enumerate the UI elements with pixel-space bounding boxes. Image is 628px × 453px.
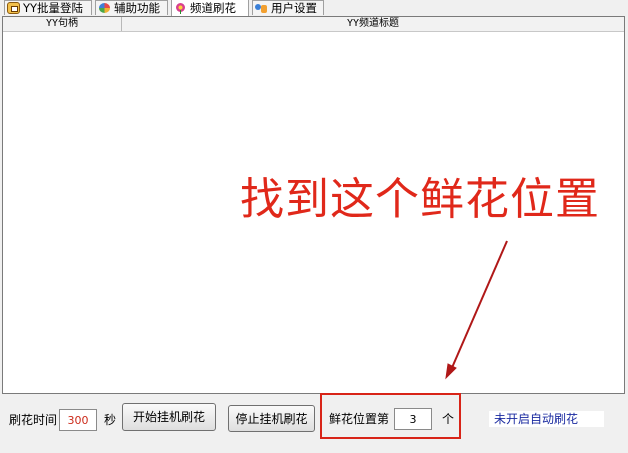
annotation-text: 找到这个鲜花位置 [240, 174, 600, 225]
column-header-handle[interactable]: YY句柄 [3, 17, 122, 31]
tab-bar: YY批量登陆 辅助功能 频道刷花 用户设置 [0, 0, 628, 16]
list-header: YY句柄 YY频道标题 [3, 17, 624, 32]
flower-position-label: 鲜花位置第 [329, 412, 390, 426]
flower-position-input[interactable] [394, 408, 432, 430]
tab-auxiliary[interactable]: 辅助功能 [95, 0, 168, 15]
tab-label: 辅助功能 [114, 1, 160, 15]
tab-user-settings[interactable]: 用户设置 [252, 0, 324, 15]
tab-label: 频道刷花 [190, 1, 236, 15]
tab-label: YY批量登陆 [23, 1, 84, 15]
user-settings-icon [255, 2, 268, 14]
interval-input[interactable] [59, 409, 97, 431]
tab-label: 用户设置 [271, 1, 317, 15]
stop-autoflower-button[interactable]: 停止挂机刷花 [228, 405, 315, 432]
column-header-channel-title[interactable]: YY频道标题 [122, 17, 624, 31]
status-text: 未开启自动刷花 [489, 411, 605, 427]
flower-position-unit: 个 [442, 412, 455, 426]
tools-icon [98, 2, 111, 14]
interval-unit: 秒 [104, 413, 117, 427]
interval-label: 刷花时间 [9, 413, 58, 427]
login-icon [7, 2, 20, 14]
start-autoflower-button[interactable]: 开始挂机刷花 [122, 403, 216, 431]
tab-channel-flower[interactable]: 频道刷花 [171, 0, 249, 16]
flower-icon [174, 2, 187, 14]
tab-batch-login[interactable]: YY批量登陆 [4, 0, 92, 15]
